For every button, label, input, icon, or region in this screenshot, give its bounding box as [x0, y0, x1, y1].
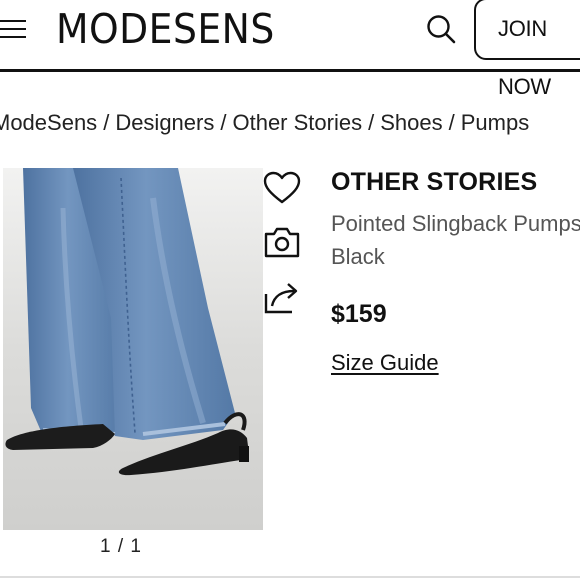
breadcrumb-item-modesens[interactable]: ModeSens — [0, 110, 97, 135]
share-icon[interactable] — [262, 280, 302, 316]
camera-icon[interactable] — [262, 224, 302, 260]
image-counter: 1 / 1 — [100, 536, 142, 557]
divider — [0, 576, 580, 578]
product-image[interactable] — [3, 168, 263, 530]
breadcrumb-separator: / — [220, 110, 227, 135]
search-icon[interactable] — [426, 14, 456, 44]
product-photo — [3, 168, 263, 530]
breadcrumb-separator: / — [368, 110, 375, 135]
breadcrumb-item-shoes[interactable]: Shoes — [380, 110, 442, 135]
breadcrumb-separator: / — [103, 110, 110, 135]
breadcrumb: ModeSens / Designers / Other Stories / Shoes / P… — [0, 110, 529, 136]
product-brand[interactable]: OTHER STORIES — [331, 168, 537, 197]
heart-icon[interactable] — [262, 170, 302, 206]
breadcrumb-item-designers[interactable]: Designers — [115, 110, 214, 135]
breadcrumb-item-other-stories[interactable]: Other Stories — [232, 110, 362, 135]
breadcrumb-separator: / — [448, 110, 455, 135]
join-now-button[interactable]: JOIN NOW — [474, 0, 580, 99]
breadcrumb-item-pumps[interactable]: Pumps — [461, 110, 529, 135]
site-header: MODESENS JOIN NOW — [0, 0, 580, 99]
product-name-line-1: Pointed Slingback Pumps — [331, 211, 580, 236]
product-name-line-2: Black — [331, 244, 385, 269]
product-price: $159 — [331, 300, 387, 328]
product-name: Pointed Slingback Pumps Black — [331, 207, 580, 273]
size-guide-link[interactable]: Size Guide — [331, 350, 439, 376]
site-logo[interactable]: MODESENS — [56, 4, 275, 54]
menu-icon[interactable] — [0, 17, 28, 41]
